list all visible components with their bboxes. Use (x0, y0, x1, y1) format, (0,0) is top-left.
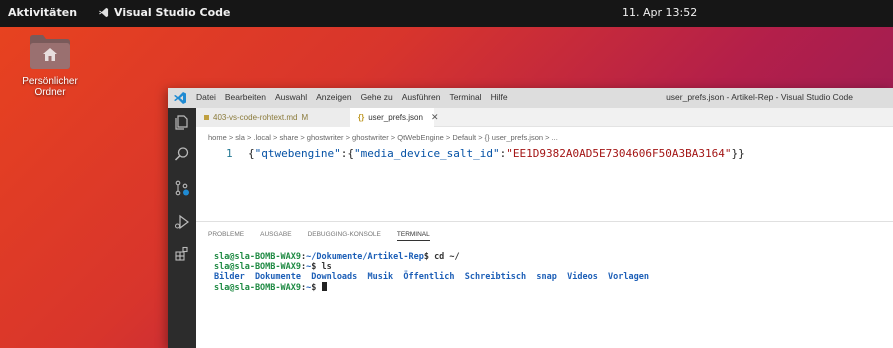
modified-badge: M (301, 113, 309, 122)
vscode-window: Datei Bearbeiten Auswahl Anzeigen Gehe z… (168, 88, 893, 348)
menu-item-hilfe[interactable]: Hilfe (491, 92, 508, 102)
ls-output: Bilder Dokumente Downloads Musik Öffentl… (214, 272, 649, 282)
tab-label: user_prefs.json (368, 113, 423, 122)
source-control-icon[interactable] (174, 180, 190, 196)
top-bar: Aktivitäten Visual Studio Code 11. Apr 1… (0, 0, 893, 27)
editor-tabs: 403-vs-code-rohtext.md M {} user_prefs.j… (196, 108, 893, 127)
menu-item-datei[interactable]: Datei (196, 92, 216, 102)
code-token: }} (731, 147, 745, 160)
code-token: { (248, 147, 255, 160)
tab-user-prefs-json[interactable]: {} user_prefs.json ✕ (350, 108, 438, 127)
code-token: :{ (340, 147, 354, 160)
terminal-command: $ ls (311, 262, 332, 272)
prompt-user: sla@sla-BOMB-WAX9 (214, 262, 301, 272)
terminal[interactable]: sla@sla-BOMB-WAX9:~/Dokumente/Artikel-Re… (214, 252, 649, 293)
tab-debugging-konsole[interactable]: DEBUGGING-KONSOLE (308, 231, 381, 241)
home-folder-label: Persönlicher Ordner (22, 76, 78, 98)
close-icon[interactable]: ✕ (431, 112, 439, 123)
bottom-panel: PROBLEME AUSGABE DEBUGGING-KONSOLE TERMI… (196, 221, 893, 348)
tab-terminal[interactable]: TERMINAL (396, 231, 430, 241)
menu-item-auswahl[interactable]: Auswahl (275, 92, 307, 102)
prompt-symbol: $ (311, 283, 322, 293)
menu-item-ausfuehren[interactable]: Ausführen (402, 92, 441, 102)
tab-rohtext-md[interactable]: 403-vs-code-rohtext.md M (196, 108, 350, 127)
home-folder-icon (28, 32, 72, 70)
code-string: "EE1D9382A0AD5E7304606F50A3BA3164" (506, 147, 732, 160)
activity-bar (168, 108, 196, 348)
panel-tabs: PROBLEME AUSGABE DEBUGGING-KONSOLE TERMI… (208, 231, 430, 241)
extensions-icon[interactable] (174, 246, 190, 262)
explorer-icon[interactable] (174, 114, 190, 130)
app-name: Visual Studio Code (114, 6, 231, 19)
editor-area: 403-vs-code-rohtext.md M {} user_prefs.j… (196, 108, 893, 348)
menu-item-terminal[interactable]: Terminal (449, 92, 481, 102)
vscode-logo-icon (174, 92, 186, 104)
tab-ausgabe[interactable]: AUSGABE (260, 231, 291, 241)
tab-label: 403-vs-code-rohtext.md (213, 113, 298, 122)
line-number: 1 (226, 147, 233, 160)
run-debug-icon[interactable] (174, 214, 190, 230)
terminal-cursor (321, 282, 327, 291)
tab-probleme[interactable]: PROBLEME (208, 231, 244, 241)
code-key: "qtwebengine" (254, 147, 341, 160)
prompt-user: sla@sla-BOMB-WAX9 (214, 252, 301, 262)
menu-bar: Datei Bearbeiten Auswahl Anzeigen Gehe z… (196, 92, 508, 102)
window-title: user_prefs.json - Artikel-Rep - Visual S… (666, 92, 853, 102)
vscode-icon (98, 7, 109, 18)
title-bar: Datei Bearbeiten Auswahl Anzeigen Gehe z… (168, 88, 893, 108)
json-file-icon: {} (358, 113, 365, 122)
activities-button[interactable]: Aktivitäten (8, 6, 77, 19)
prompt-path: ~/Dokumente/Artikel-Rep (306, 252, 424, 262)
prompt-user: sla@sla-BOMB-WAX9 (214, 283, 301, 293)
search-icon[interactable] (174, 146, 190, 162)
code-line[interactable]: 1 {"qtwebengine":{"media_device_salt_id":… (226, 147, 745, 160)
desktop-home-folder[interactable]: Persönlicher Ordner (14, 32, 86, 98)
clock[interactable]: 11. Apr 13:52 (622, 6, 697, 19)
breadcrumb[interactable]: home > sla > .local > share > ghostwrite… (208, 133, 558, 142)
markdown-file-icon (204, 115, 209, 120)
terminal-command: $ cd ~/ (423, 252, 460, 262)
menu-item-gehe-zu[interactable]: Gehe zu (361, 92, 393, 102)
app-menu[interactable]: Visual Studio Code (98, 6, 231, 19)
menu-item-bearbeiten[interactable]: Bearbeiten (225, 92, 266, 102)
code-key: "media_device_salt_id" (353, 147, 500, 160)
menu-item-anzeigen[interactable]: Anzeigen (316, 92, 351, 102)
